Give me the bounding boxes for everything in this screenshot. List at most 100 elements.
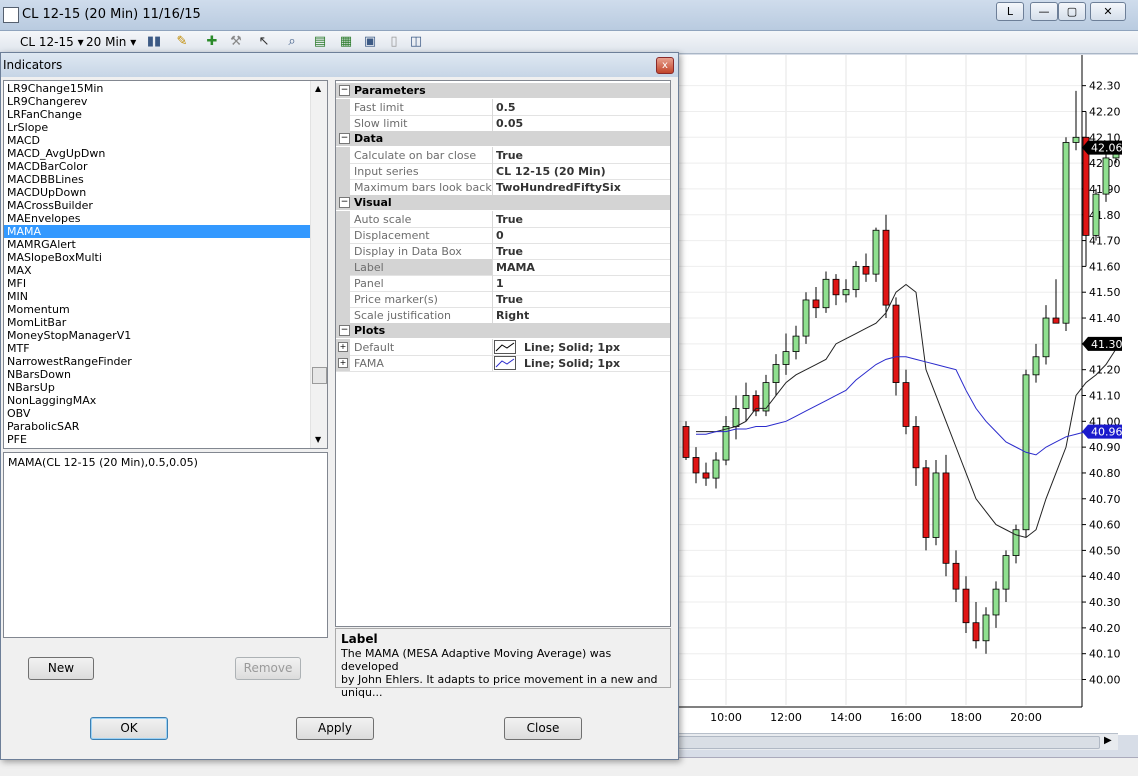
candle-down[interactable] bbox=[702, 472, 710, 479]
indicator-list-item[interactable]: MFI bbox=[7, 277, 26, 290]
instrument-selector[interactable]: CL 12-15 ▾ bbox=[20, 35, 84, 49]
add-indicator-icon[interactable]: ✚ bbox=[204, 34, 220, 50]
indicator-list-item[interactable]: MACDBarColor bbox=[7, 160, 88, 173]
collapse-icon[interactable]: − bbox=[339, 325, 350, 336]
expand-icon[interactable]: + bbox=[338, 358, 348, 368]
candle-up[interactable] bbox=[852, 265, 860, 291]
category-parameters[interactable]: − Parameters bbox=[336, 83, 670, 98]
tile-icon[interactable]: ▤ bbox=[312, 34, 328, 50]
candle-up[interactable] bbox=[712, 459, 720, 479]
scroll-right-icon[interactable]: ▶ bbox=[1104, 735, 1112, 746]
minimize-button[interactable]: — bbox=[1030, 2, 1058, 21]
indicator-list-item[interactable]: MAMA bbox=[4, 225, 310, 238]
property-row[interactable]: Auto scale True bbox=[336, 211, 670, 228]
candle-down[interactable] bbox=[952, 562, 960, 590]
link-button[interactable]: L bbox=[996, 2, 1024, 21]
dialog-close-button[interactable]: x bbox=[656, 57, 674, 74]
candle-up[interactable] bbox=[792, 335, 800, 352]
property-row[interactable]: Panel 1 bbox=[336, 275, 670, 292]
candle-down[interactable] bbox=[1052, 317, 1060, 324]
property-row[interactable]: Slow limit 0.05 bbox=[336, 115, 670, 132]
candle-up[interactable] bbox=[872, 229, 880, 275]
indicator-list-item[interactable]: MACDBBLines bbox=[7, 173, 84, 186]
candle-down[interactable] bbox=[972, 622, 980, 642]
property-value[interactable]: Right bbox=[496, 309, 529, 322]
indicator-list-item[interactable]: MTF bbox=[7, 342, 30, 355]
expand-icon[interactable]: + bbox=[338, 342, 348, 352]
ok-button[interactable]: OK bbox=[90, 717, 168, 740]
candle-up[interactable] bbox=[992, 588, 1000, 616]
property-row[interactable]: Label MAMA bbox=[336, 259, 670, 276]
category-data[interactable]: − Data bbox=[336, 131, 670, 146]
candle-down[interactable] bbox=[922, 467, 930, 538]
indicator-list-item[interactable]: MACD_AvgUpDwn bbox=[7, 147, 105, 160]
candle-up[interactable] bbox=[1102, 157, 1110, 195]
candle-down[interactable] bbox=[682, 426, 690, 458]
dialog-titlebar[interactable]: Indicators x bbox=[1, 53, 678, 77]
copy-icon[interactable]: ▯ bbox=[386, 34, 402, 50]
pencil-icon[interactable]: ✎ bbox=[174, 34, 190, 50]
collapse-icon[interactable]: − bbox=[339, 85, 350, 96]
close-window-button[interactable]: ✕ bbox=[1090, 2, 1126, 21]
indicator-list-item[interactable]: MIN bbox=[7, 290, 28, 303]
property-row[interactable]: + FAMA Line; Solid; 1px bbox=[336, 355, 670, 372]
property-row[interactable]: Fast limit 0.5 bbox=[336, 99, 670, 116]
candle-up[interactable] bbox=[802, 299, 810, 337]
property-value[interactable]: TwoHundredFiftySix bbox=[496, 181, 621, 194]
property-value[interactable]: True bbox=[496, 245, 523, 258]
property-value[interactable]: True bbox=[496, 213, 523, 226]
scroll-down-icon[interactable]: ▼ bbox=[315, 435, 321, 444]
indicator-list-item[interactable]: NBarsUp bbox=[7, 381, 55, 394]
applied-indicator-item[interactable]: MAMA(CL 12-15 (20 Min),0.5,0.05) bbox=[8, 456, 198, 469]
indicator-list[interactable]: LR9Change15Min LR9Changerev LRFanChange LrS… bbox=[3, 80, 328, 449]
candle-down[interactable] bbox=[892, 304, 900, 383]
candle-up[interactable] bbox=[1062, 142, 1070, 324]
candle-down[interactable] bbox=[942, 472, 950, 564]
indicator-list-item[interactable]: OBV bbox=[7, 407, 30, 420]
indicator-list-item[interactable]: MomLitBar bbox=[7, 316, 66, 329]
scroll-thumb[interactable] bbox=[678, 736, 1100, 749]
candle-up[interactable] bbox=[762, 382, 770, 412]
candle-up[interactable] bbox=[1002, 555, 1010, 590]
zoom-icon[interactable]: ⌕ bbox=[284, 34, 300, 50]
collapse-icon[interactable]: − bbox=[339, 197, 350, 208]
remove-button[interactable]: Remove bbox=[235, 657, 301, 680]
property-row[interactable]: Price marker(s) True bbox=[336, 291, 670, 308]
property-value[interactable]: CL 12-15 (20 Min) bbox=[496, 165, 606, 178]
bar-type-icon[interactable]: ▮▮ bbox=[146, 34, 162, 50]
property-value[interactable]: True bbox=[496, 149, 523, 162]
property-value[interactable]: Line; Solid; 1px bbox=[524, 341, 620, 354]
indicator-list-item[interactable]: LrSlope bbox=[7, 121, 48, 134]
indicator-list-item[interactable]: LRFanChange bbox=[7, 108, 82, 121]
candle-up[interactable] bbox=[732, 408, 740, 427]
candle-up[interactable] bbox=[742, 395, 750, 409]
property-value[interactable]: 0 bbox=[496, 229, 504, 242]
interval-selector[interactable]: 20 Min ▾ bbox=[86, 35, 136, 49]
candle-down[interactable] bbox=[812, 299, 820, 309]
indicator-list-item[interactable]: NonLaggingMAx bbox=[7, 394, 96, 407]
candle-up[interactable] bbox=[842, 289, 850, 296]
property-value[interactable]: 0.5 bbox=[496, 101, 516, 114]
panel-icon[interactable]: ◫ bbox=[408, 34, 424, 50]
indicator-list-item[interactable]: MACD bbox=[7, 134, 40, 147]
candle-up[interactable] bbox=[982, 614, 990, 642]
candle-down[interactable] bbox=[902, 382, 910, 427]
property-value[interactable]: 0.05 bbox=[496, 117, 523, 130]
data-box-icon[interactable]: ▦ bbox=[338, 34, 354, 50]
scroll-up-icon[interactable]: ▲ bbox=[315, 84, 321, 93]
cursor-icon[interactable]: ↖ bbox=[256, 34, 272, 50]
property-row[interactable]: Displacement 0 bbox=[336, 227, 670, 244]
candle-down[interactable] bbox=[962, 588, 970, 624]
new-button[interactable]: New bbox=[28, 657, 94, 680]
property-value[interactable]: 1 bbox=[496, 277, 504, 290]
indicator-list-item[interactable]: MAEnvelopes bbox=[7, 212, 80, 225]
chart-horizontal-scrollbar[interactable]: ▶ bbox=[678, 733, 1118, 750]
indicator-list-item[interactable]: PFE bbox=[7, 433, 27, 446]
property-row[interactable]: Maximum bars look back TwoHundredFiftySix bbox=[336, 179, 670, 196]
property-grid[interactable]: − Parameters Fast limit 0.5 Slow limit 0.05− D… bbox=[335, 80, 671, 627]
indicator-list-item[interactable]: MAMRGAlert bbox=[7, 238, 76, 251]
property-value[interactable]: MAMA bbox=[496, 261, 535, 274]
candle-down[interactable] bbox=[832, 278, 840, 296]
indicator-list-item[interactable]: MAX bbox=[7, 264, 32, 277]
category-visual[interactable]: − Visual bbox=[336, 195, 670, 210]
